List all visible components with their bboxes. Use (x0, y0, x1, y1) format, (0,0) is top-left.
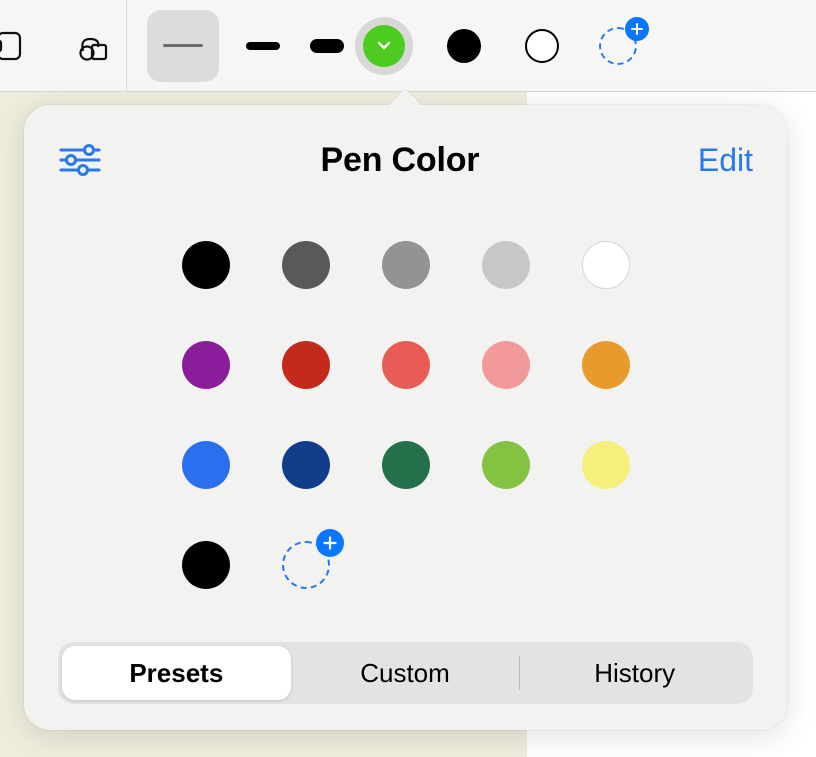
color-tabs-segmented-control: Presets Custom History (58, 642, 753, 704)
color-swatch[interactable] (282, 341, 330, 389)
stroke-thick-button[interactable] (307, 10, 347, 82)
insert-template-icon[interactable] (0, 29, 26, 63)
tab-history-label: History (594, 658, 675, 689)
color-swatch[interactable] (282, 241, 330, 289)
color-swatch[interactable] (582, 241, 630, 289)
plus-badge-icon (625, 17, 649, 41)
sliders-icon[interactable] (58, 140, 102, 180)
stroke-medium-button[interactable] (243, 10, 283, 82)
color-swatch[interactable] (182, 241, 230, 289)
shapes-icon[interactable] (76, 29, 110, 63)
color-swatch[interactable] (582, 341, 630, 389)
color-swatch[interactable] (182, 341, 230, 389)
top-toolbar (0, 0, 816, 92)
fill-color-swatch[interactable] (447, 29, 481, 63)
edit-button[interactable]: Edit (698, 142, 753, 179)
pen-color-swatch (363, 25, 405, 67)
color-swatch[interactable] (482, 241, 530, 289)
add-color-button[interactable] (282, 541, 330, 589)
add-color-button-toolbar[interactable] (599, 27, 637, 65)
color-swatch[interactable] (382, 441, 430, 489)
popover-title: Pen Color (321, 141, 480, 180)
stroke-medium-glyph (246, 42, 280, 50)
toolbar-divider (126, 0, 127, 92)
stroke-color-swatch[interactable] (525, 29, 559, 63)
stroke-thin-glyph (163, 44, 203, 47)
toolbar-left-group (0, 29, 110, 63)
popover-header: Pen Color Edit (58, 131, 753, 189)
popover-arrow (388, 88, 422, 105)
color-swatch[interactable] (182, 441, 230, 489)
tab-presets[interactable]: Presets (62, 646, 291, 700)
color-swatch[interactable] (282, 441, 330, 489)
stroke-thick-glyph (310, 39, 344, 53)
tab-custom-label: Custom (360, 658, 450, 689)
color-swatch[interactable] (382, 241, 430, 289)
chevron-down-icon (377, 39, 391, 53)
color-swatch[interactable] (482, 341, 530, 389)
color-swatch-grid (58, 241, 753, 589)
tab-custom[interactable]: Custom (291, 646, 520, 700)
stroke-weight-group (147, 10, 347, 82)
tab-history[interactable]: History (520, 646, 749, 700)
tab-presets-label: Presets (129, 658, 223, 689)
color-swatch[interactable] (582, 441, 630, 489)
color-swatch[interactable] (482, 441, 530, 489)
stroke-thin-button[interactable] (147, 10, 219, 82)
color-swatch[interactable] (382, 341, 430, 389)
pen-color-button[interactable] (355, 17, 413, 75)
plus-badge-icon (316, 529, 344, 557)
pen-color-popover: Pen Color Edit Presets Custom History (24, 105, 787, 730)
color-swatch[interactable] (182, 541, 230, 589)
